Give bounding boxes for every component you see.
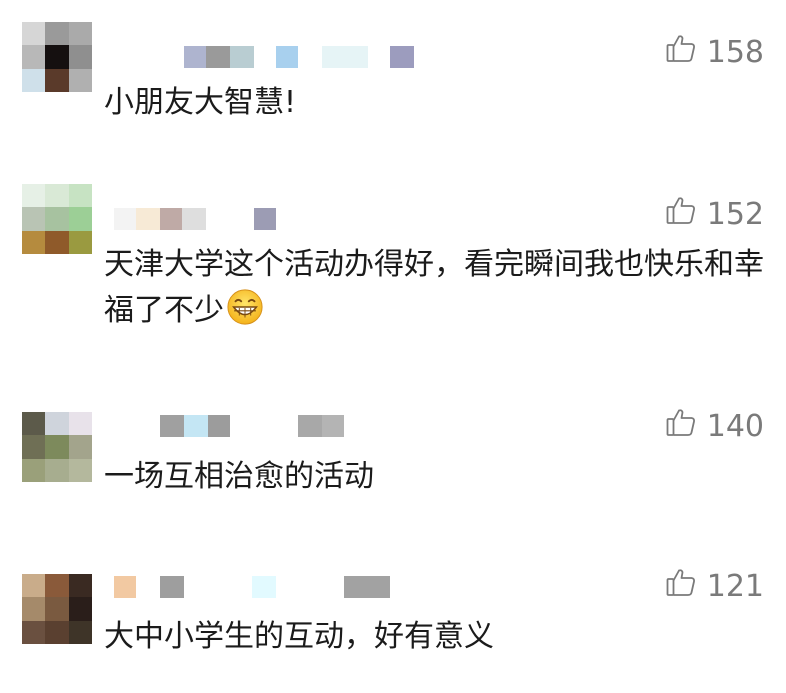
username-pixelated[interactable] <box>114 208 284 230</box>
username-pixel <box>230 46 254 68</box>
avatar-pixel <box>45 68 69 92</box>
thumbs-up-icon <box>665 32 697 72</box>
username-pixel <box>252 576 276 598</box>
like-count: 121 <box>706 568 764 604</box>
avatar[interactable] <box>22 412 92 482</box>
avatar-pixel <box>45 620 69 644</box>
comment-text-content: 天津大学这个活动办得好，看完瞬间我也快乐和幸福了不少 <box>104 247 764 328</box>
username-pixel <box>184 46 206 68</box>
avatar-pixel <box>45 412 69 436</box>
avatar-pixel <box>22 458 46 482</box>
avatar-pixel <box>68 597 92 621</box>
like-count: 140 <box>706 408 764 444</box>
thumbs-up-icon <box>665 566 697 606</box>
avatar-pixel <box>45 22 69 46</box>
username-pixelated[interactable] <box>184 46 424 68</box>
avatar-pixel <box>45 435 69 459</box>
avatar-pixel <box>22 184 46 208</box>
avatar[interactable] <box>22 574 92 644</box>
username-pixel <box>182 208 206 230</box>
avatar-pixel <box>22 412 46 436</box>
username-pixel <box>208 415 230 437</box>
avatar-pixel <box>68 184 92 208</box>
username-pixel <box>160 208 182 230</box>
username-pixel <box>206 46 230 68</box>
username-pixel <box>114 208 136 230</box>
avatar-pixel <box>45 230 69 254</box>
like-button[interactable]: 140 <box>665 408 764 444</box>
avatar-pixel <box>68 22 92 46</box>
thumbs-up-icon <box>665 194 697 234</box>
like-count: 152 <box>706 196 764 232</box>
avatar-pixel <box>68 412 92 436</box>
avatar-pixel <box>45 45 69 69</box>
avatar-pixel <box>22 22 46 46</box>
avatar-pixel <box>68 45 92 69</box>
avatar-pixel <box>68 574 92 598</box>
avatar-pixel <box>22 620 46 644</box>
comment-text: 小朋友大智慧! <box>104 85 297 120</box>
like-button[interactable]: 158 <box>665 34 764 70</box>
username-pixel <box>184 415 208 437</box>
username-pixel <box>136 208 160 230</box>
username-pixelated[interactable] <box>114 576 394 598</box>
thumbs-up-icon <box>665 406 697 446</box>
username-pixelated[interactable] <box>160 415 360 437</box>
like-button[interactable]: 152 <box>665 196 764 232</box>
avatar-pixel <box>45 184 69 208</box>
avatar-pixel <box>68 230 92 254</box>
avatar-pixel <box>22 68 46 92</box>
avatar-pixel <box>22 597 46 621</box>
avatar-pixel <box>45 574 69 598</box>
avatar-pixel <box>68 458 92 482</box>
avatar[interactable] <box>22 22 92 92</box>
avatar-pixel <box>68 68 92 92</box>
username-pixel <box>322 46 368 68</box>
avatar-pixel <box>45 458 69 482</box>
avatar-pixel <box>68 435 92 459</box>
comment-text: 大中小学生的互动，好有意义 <box>104 619 494 654</box>
grinning-face-icon <box>226 288 264 326</box>
username-pixel <box>254 208 276 230</box>
username-pixel <box>160 576 184 598</box>
comment-text: 天津大学这个活动办得好，看完瞬间我也快乐和幸福了不少 <box>104 242 769 334</box>
username-pixel <box>322 415 344 437</box>
username-pixel <box>160 415 184 437</box>
avatar-pixel <box>22 230 46 254</box>
avatar-pixel <box>22 45 46 69</box>
avatar-pixel <box>45 207 69 231</box>
avatar-pixel <box>22 207 46 231</box>
like-button[interactable]: 121 <box>665 568 764 604</box>
username-pixel <box>344 576 390 598</box>
avatar-pixel <box>68 620 92 644</box>
avatar-pixel <box>68 207 92 231</box>
avatar-pixel <box>22 435 46 459</box>
username-pixel <box>114 576 136 598</box>
avatar-pixel <box>45 597 69 621</box>
comment-text: 一场互相治愈的活动 <box>104 459 374 494</box>
username-pixel <box>390 46 414 68</box>
username-pixel <box>298 415 322 437</box>
avatar-pixel <box>22 574 46 598</box>
avatar[interactable] <box>22 184 92 254</box>
like-count: 158 <box>706 34 764 70</box>
username-pixel <box>276 46 298 68</box>
